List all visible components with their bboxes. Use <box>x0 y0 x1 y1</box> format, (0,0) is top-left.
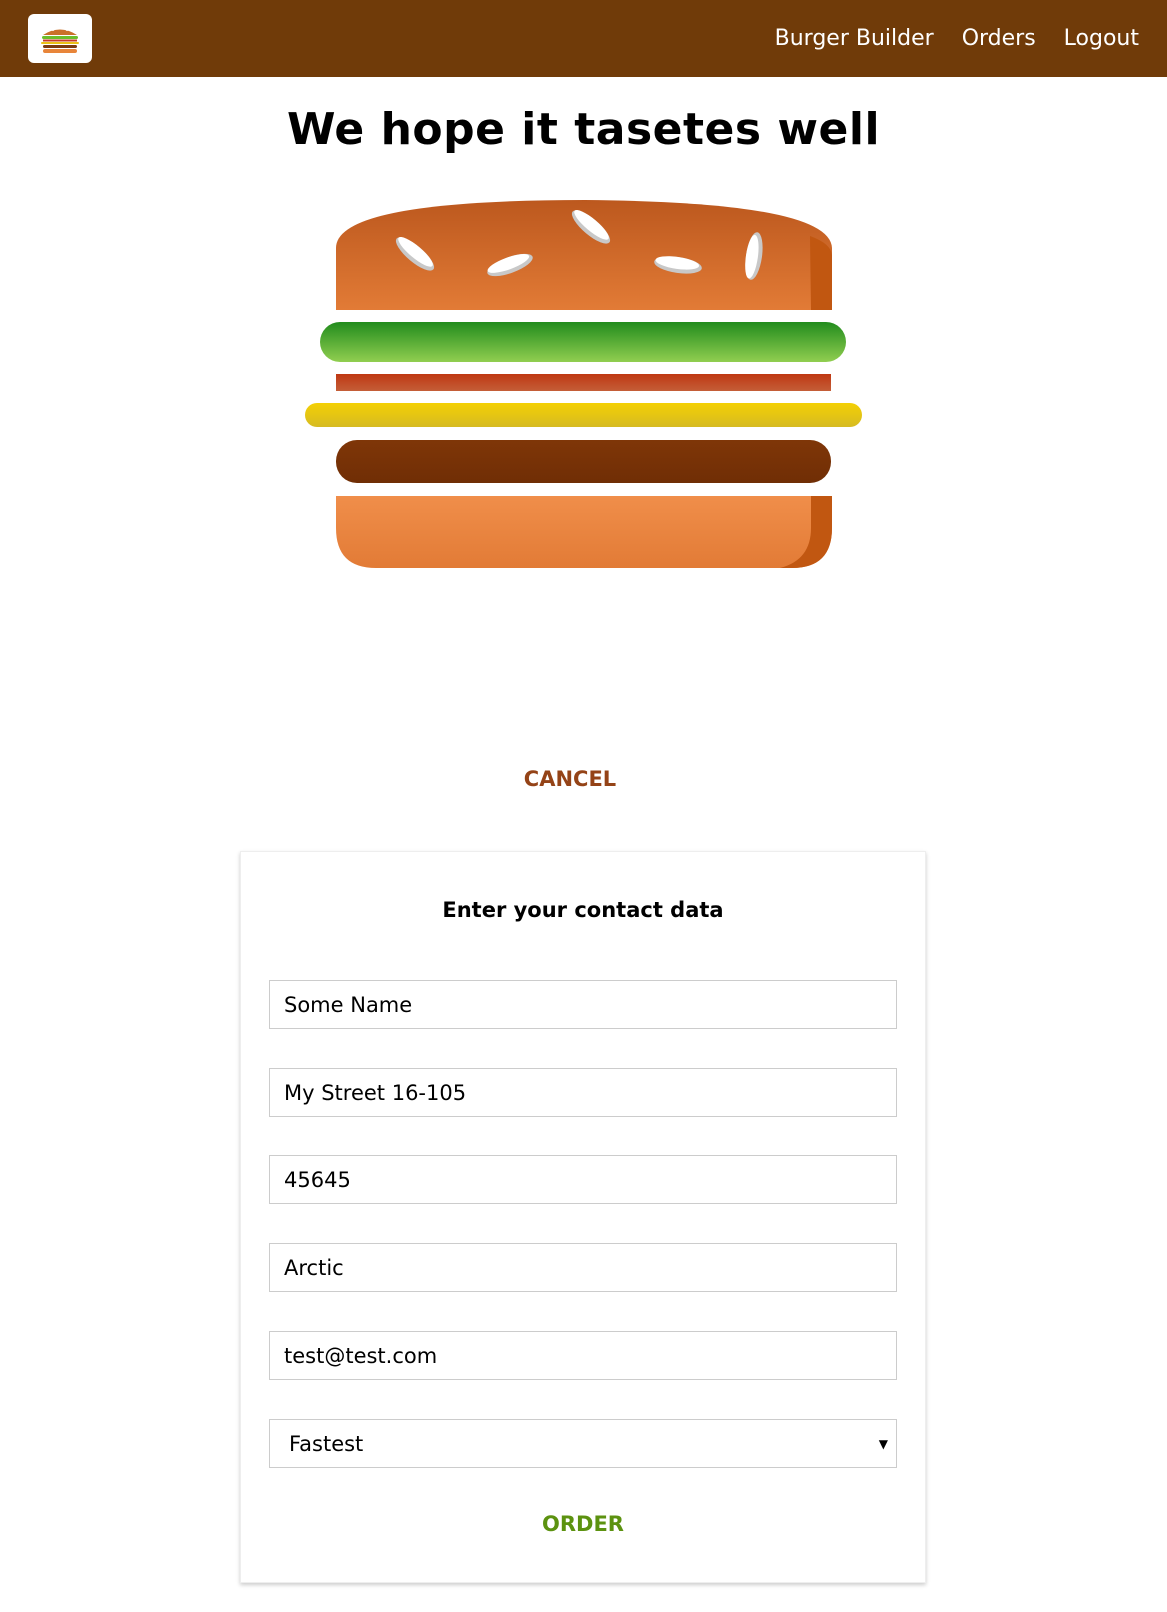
sesame-seeds <box>395 209 763 280</box>
bacon-layer <box>336 374 831 391</box>
zip-code-value: 45645 <box>284 1167 351 1192</box>
nav-orders[interactable]: Orders <box>962 26 1036 51</box>
country-input[interactable]: Arctic <box>269 1243 897 1292</box>
bun-bottom <box>336 496 832 568</box>
delivery-method-select[interactable]: Fastest ▼ <box>269 1419 897 1468</box>
order-button[interactable]: ORDER <box>241 1512 925 1536</box>
street-input[interactable]: My Street 16-105 <box>269 1068 897 1117</box>
contact-form: Enter your contact data Some Name My Str… <box>240 851 926 1583</box>
burger-logo-icon[interactable] <box>28 14 92 63</box>
contact-form-title: Enter your contact data <box>442 898 724 922</box>
street-value: My Street 16-105 <box>284 1080 467 1105</box>
email-value: test@test.com <box>284 1343 438 1368</box>
name-input[interactable]: Some Name <box>269 980 897 1029</box>
main-nav: Burger Builder Orders Logout <box>747 0 1139 77</box>
cancel-button[interactable]: CANCEL <box>0 767 1140 791</box>
name-value: Some Name <box>284 992 413 1017</box>
zip-code-input[interactable]: 45645 <box>269 1155 897 1204</box>
chevron-down-icon: ▼ <box>878 1437 888 1451</box>
cheese-layer <box>305 403 862 427</box>
nav-logout[interactable]: Logout <box>1064 26 1139 51</box>
checkout-headline: We hope it tasetes well <box>286 104 881 155</box>
toolbar: Burger Builder Orders Logout <box>0 0 1167 77</box>
meat-layer <box>336 440 831 483</box>
order-label: ORDER <box>542 1512 624 1536</box>
email-input[interactable]: test@test.com <box>269 1331 897 1380</box>
bun-top <box>336 200 832 310</box>
nav-burger-builder[interactable]: Burger Builder <box>775 26 934 51</box>
country-value: Arctic <box>284 1255 344 1280</box>
burger-illustration <box>305 200 862 568</box>
cancel-label: CANCEL <box>523 767 617 791</box>
delivery-method-value: Fastest <box>289 1431 364 1456</box>
salad-layer <box>320 322 846 362</box>
